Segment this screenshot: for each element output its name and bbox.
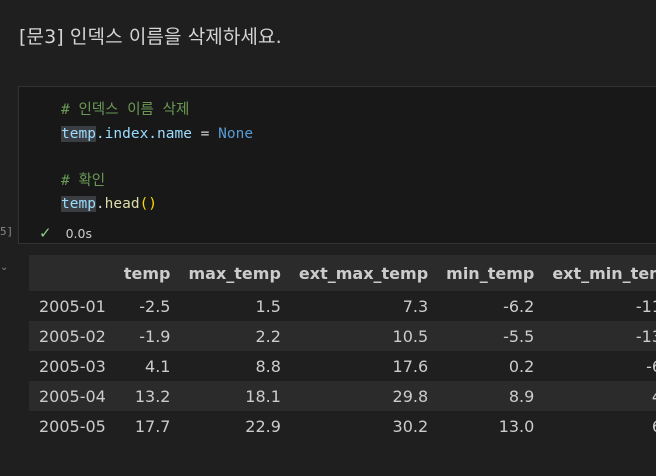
table-cell: 2.2 bbox=[255, 326, 281, 346]
table-cell: 0.2 bbox=[508, 356, 535, 376]
table-cell: -2.5 bbox=[139, 296, 171, 316]
execution-time: 0.0s bbox=[65, 225, 92, 241]
table-cell: 30.2 bbox=[392, 416, 429, 436]
table-row: 2005-05 17.7 22.9 30.2 13.0 6.3 bbox=[29, 411, 656, 441]
output-marker: ⌄ bbox=[0, 262, 9, 273]
row-index: 2005-01 bbox=[39, 296, 106, 316]
code-editor[interactable]: # 인덱스 이름 삭제 temp.index.name = None # 확인 … bbox=[61, 99, 253, 217]
exec-count: 5] bbox=[0, 225, 14, 238]
column-header: ext_min_temp bbox=[552, 263, 656, 283]
row-index: 2005-05 bbox=[39, 416, 106, 436]
table-cell: 8.8 bbox=[255, 356, 281, 376]
code-operator: = bbox=[191, 125, 219, 142]
table-cell: 8.9 bbox=[508, 386, 535, 406]
table-row: 2005-01 -2.5 1.5 7.3 -6.2 -11.0 bbox=[29, 291, 656, 321]
table-cell: 29.8 bbox=[392, 386, 429, 406]
column-header bbox=[29, 255, 115, 291]
check-icon: ✓ bbox=[39, 224, 52, 242]
table-cell: -6.2 bbox=[503, 296, 535, 316]
table-row: 2005-03 4.1 8.8 17.6 0.2 -6.5 bbox=[29, 351, 656, 381]
column-header: ext_max_temp bbox=[298, 263, 429, 283]
code-function: head bbox=[104, 196, 140, 212]
table-cell: 1.5 bbox=[255, 296, 281, 316]
markdown-cell[interactable]: [문3] 인덱스 이름을 삭제하세요. bbox=[19, 22, 282, 49]
table-cell: 17.7 bbox=[134, 416, 171, 436]
column-header: min_temp bbox=[446, 263, 535, 283]
table-cell: 13.0 bbox=[498, 416, 535, 436]
table-cell: 10.5 bbox=[392, 326, 429, 346]
table-cell: -1.9 bbox=[139, 326, 171, 346]
row-index: 2005-02 bbox=[39, 326, 106, 346]
table-cell: 4.1 bbox=[145, 356, 171, 376]
code-keyword: None bbox=[218, 125, 254, 142]
table-cell: 6.3 bbox=[543, 411, 656, 441]
row-index: 2005-03 bbox=[39, 356, 106, 376]
code-attribute: .index.name bbox=[95, 125, 192, 142]
code-comment: # 인덱스 이름 삭제 bbox=[61, 102, 190, 118]
code-dot: . bbox=[95, 196, 105, 212]
table-row: 2005-04 13.2 18.1 29.8 8.9 4.1 bbox=[29, 381, 656, 411]
row-index: 2005-04 bbox=[39, 386, 106, 406]
table-cell: 4.1 bbox=[543, 381, 656, 411]
markdown-text: [문3] 인덱스 이름을 삭제하세요. bbox=[19, 26, 282, 48]
code-variable: temp bbox=[61, 125, 96, 142]
table-cell: 17.6 bbox=[392, 356, 429, 376]
table-header-row: temp max_temp ext_max_temp min_temp ext_… bbox=[29, 255, 656, 291]
output-table: temp max_temp ext_max_temp min_temp ext_… bbox=[29, 255, 656, 441]
column-header: max_temp bbox=[188, 263, 281, 283]
table-cell: 22.9 bbox=[245, 416, 281, 436]
execution-status: ✓ 0.0s bbox=[39, 223, 92, 243]
code-cell[interactable]: # 인덱스 이름 삭제 temp.index.name = None # 확인 … bbox=[18, 86, 656, 244]
table-cell: -13.1 bbox=[635, 326, 656, 346]
table-cell: -11.0 bbox=[635, 296, 656, 316]
table-cell: 13.2 bbox=[134, 386, 171, 406]
column-header: temp bbox=[123, 263, 171, 283]
table-cell: 18.1 bbox=[245, 386, 281, 406]
code-comment: # 확인 bbox=[61, 172, 106, 189]
table-row: 2005-02 -1.9 2.2 10.5 -5.5 -13.1 bbox=[29, 321, 656, 351]
table-cell: -5.5 bbox=[503, 326, 535, 346]
code-parens: () bbox=[139, 196, 158, 212]
code-variable: temp bbox=[61, 196, 96, 212]
table-cell: -6.5 bbox=[646, 356, 656, 376]
table-cell: 7.3 bbox=[402, 296, 429, 316]
